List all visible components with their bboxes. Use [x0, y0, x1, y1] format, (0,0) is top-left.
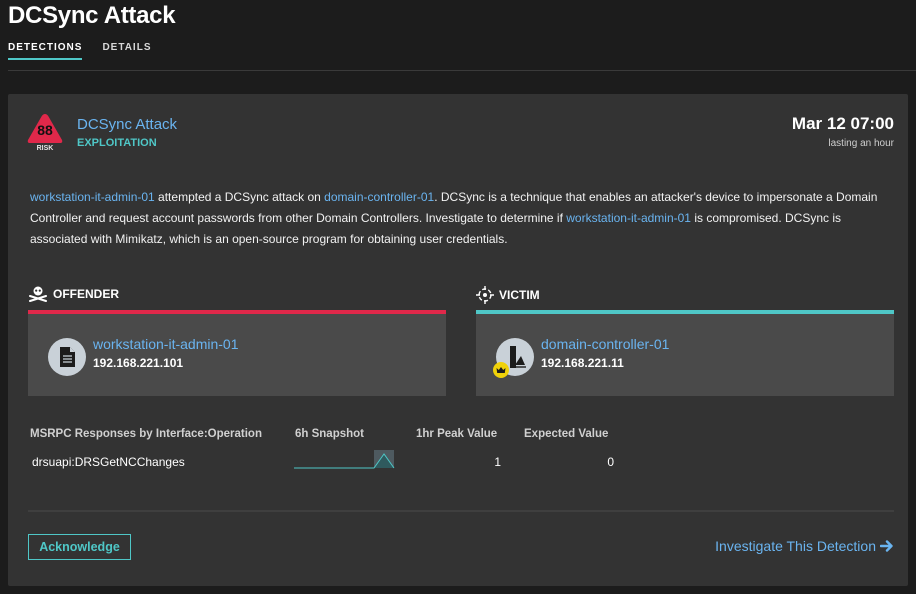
victim-card: domain-controller-01 192.168.221.11	[476, 310, 894, 396]
offender-ip: 192.168.221.101	[93, 356, 184, 370]
risk-badge: 88 RISK	[26, 112, 64, 154]
crown-icon	[496, 367, 506, 373]
detection-title-link[interactable]: DCSync Attack	[77, 116, 177, 133]
crown-badge	[493, 362, 509, 378]
victim-avatar	[493, 338, 534, 378]
document-icon	[60, 347, 75, 367]
offender-card: workstation-it-admin-01 192.168.221.101	[28, 310, 446, 396]
investigate-detection-link[interactable]: Investigate This Detection	[715, 538, 894, 554]
metric-peak-value: 1	[494, 455, 501, 469]
metrics-header-peak: 1hr Peak Value	[416, 428, 498, 440]
victim-ip: 192.168.221.11	[541, 356, 624, 370]
investigate-label: Investigate This Detection	[715, 538, 876, 554]
acknowledge-button[interactable]: Acknowledge	[28, 534, 131, 560]
victim-heading: VICTIM	[476, 286, 540, 304]
detection-duration: lasting an hour	[828, 138, 894, 149]
crosshair-icon	[476, 286, 494, 304]
metric-expected-value: 0	[607, 455, 614, 469]
metrics-header-snapshot: 6h Snapshot	[295, 428, 365, 440]
tab-details[interactable]: DETAILS	[102, 42, 151, 60]
detection-description: workstation-it-admin-01 attempted a DCSy…	[30, 187, 900, 250]
risk-score: 88	[37, 122, 53, 138]
victim-device-link[interactable]: domain-controller-01	[541, 336, 669, 352]
arrow-right-icon	[880, 540, 893, 552]
description-text: attempted a DCSync attack on	[154, 190, 325, 204]
offender-heading-label: OFFENDER	[53, 287, 119, 301]
footer-divider	[28, 510, 894, 512]
offender-link[interactable]: workstation-it-admin-01	[30, 190, 155, 204]
offender-avatar	[48, 338, 86, 376]
detection-time: Mar 12 07:00	[791, 114, 894, 133]
risk-label: RISK	[36, 145, 54, 152]
offender-link[interactable]: workstation-it-admin-01	[566, 211, 691, 225]
victim-link[interactable]: domain-controller-01	[324, 190, 434, 204]
metrics-header-expected: Expected Value	[524, 428, 609, 440]
metric-operation: drsuapi:DRSGetNCChanges	[32, 455, 185, 469]
snapshot-sparkline[interactable]	[294, 450, 398, 472]
metrics-header-operation: MSRPC Responses by Interface:Operation	[30, 428, 262, 440]
offender-device-link[interactable]: workstation-it-admin-01	[93, 336, 239, 352]
page-title: DCSync Attack	[8, 2, 176, 29]
tab-detections[interactable]: DETECTIONS	[8, 42, 83, 60]
detection-category: EXPLOITATION	[77, 137, 157, 149]
tab-bar: DETECTIONS DETAILS	[8, 42, 152, 60]
victim-heading-label: VICTIM	[499, 288, 540, 302]
detection-card: 88 RISK DCSync Attack EXPLOITATION Mar 1…	[8, 94, 908, 586]
header-divider	[8, 70, 916, 71]
offender-heading: OFFENDER	[28, 286, 119, 302]
skull-crossbones-icon	[29, 286, 47, 302]
